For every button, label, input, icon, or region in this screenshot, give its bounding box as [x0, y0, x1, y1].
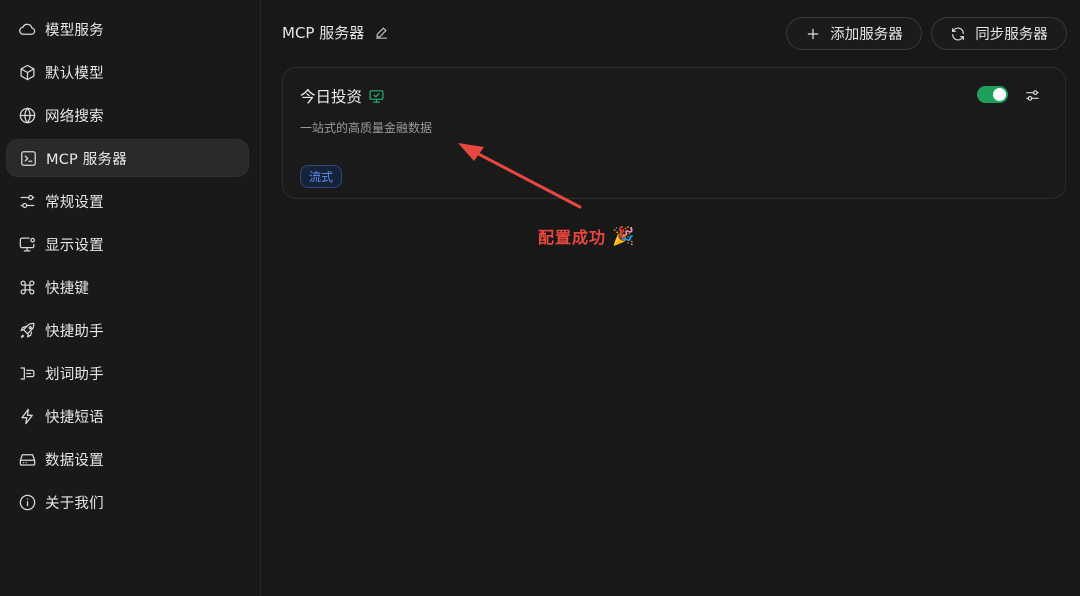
cloud-icon	[16, 18, 38, 40]
hard-drive-icon	[16, 448, 38, 470]
sidebar-item-label: 网络搜索	[45, 108, 104, 125]
refresh-icon	[952, 27, 965, 40]
sidebar-item-general-settings[interactable]: 常规设置	[6, 182, 249, 220]
sidebar-item-data-settings[interactable]: 数据设置	[6, 440, 249, 478]
sidebar-item-label: 快捷助手	[45, 323, 104, 340]
server-settings-icon[interactable]	[1023, 86, 1041, 104]
main-panel: MCP 服务器 添加服务器 同步服务器 今日投资 一站式的高质量金融数据 流式	[262, 0, 1080, 596]
sliders-icon	[16, 190, 38, 212]
app-window: 模型服务 默认模型 网络搜索 MCP 服务器 常规设置 显示设置 快捷键 快捷助…	[0, 0, 1080, 596]
sidebar-item-label: MCP 服务器	[46, 151, 127, 168]
sidebar-item-label: 模型服务	[45, 22, 104, 39]
globe-icon	[16, 104, 38, 126]
server-enable-toggle[interactable]	[977, 86, 1008, 103]
server-title: 今日投资	[300, 85, 386, 107]
server-description: 一站式的高质量金融数据	[300, 121, 433, 135]
page-title: MCP 服务器	[282, 22, 390, 43]
streaming-tag: 流式	[300, 165, 343, 188]
toggle-knob	[993, 88, 1006, 101]
sidebar-item-mcp-servers[interactable]: MCP 服务器	[6, 139, 249, 177]
command-icon	[16, 276, 38, 298]
sidebar-item-label: 快捷键	[45, 280, 90, 297]
sidebar-item-shortcuts[interactable]: 快捷键	[6, 268, 249, 306]
terminal-icon	[17, 147, 39, 169]
sidebar-item-model-service[interactable]: 模型服务	[6, 10, 249, 48]
rocket-icon	[16, 319, 38, 341]
annotation-text: 配置成功	[538, 228, 607, 247]
monitor-settings-icon	[16, 233, 38, 255]
server-name: 今日投资	[300, 88, 363, 106]
info-icon	[16, 491, 38, 513]
sync-servers-button[interactable]: 同步服务器	[931, 17, 1067, 50]
sidebar-item-label: 默认模型	[45, 65, 104, 82]
settings-sidebar: 模型服务 默认模型 网络搜索 MCP 服务器 常规设置 显示设置 快捷键 快捷助…	[0, 0, 261, 596]
sidebar-item-label: 关于我们	[45, 495, 104, 512]
sync-servers-label: 同步服务器	[975, 27, 1048, 43]
sidebar-item-web-search[interactable]: 网络搜索	[6, 96, 249, 134]
sidebar-item-display-settings[interactable]: 显示设置	[6, 225, 249, 263]
sidebar-item-selection-assistant[interactable]: 划词助手	[6, 354, 249, 392]
sidebar-item-label: 快捷短语	[45, 409, 104, 426]
plus-icon	[807, 28, 819, 39]
party-popper-icon: 🎉	[612, 225, 636, 247]
sidebar-item-quick-assistant[interactable]: 快捷助手	[6, 311, 249, 349]
sidebar-item-default-model[interactable]: 默认模型	[6, 53, 249, 91]
annotation-label: 配置成功 🎉	[538, 224, 635, 248]
sidebar-item-label: 显示设置	[45, 237, 104, 254]
sidebar-item-about[interactable]: 关于我们	[6, 483, 249, 521]
lightning-icon	[16, 405, 38, 427]
server-card[interactable]: 今日投资 一站式的高质量金融数据 流式	[282, 67, 1066, 199]
add-server-label: 添加服务器	[830, 27, 903, 43]
edit-icon[interactable]	[374, 25, 390, 41]
sidebar-item-quick-phrases[interactable]: 快捷短语	[6, 397, 249, 435]
sidebar-item-label: 常规设置	[45, 194, 104, 211]
sidebar-item-label: 数据设置	[45, 452, 104, 469]
monitor-check-icon	[368, 87, 386, 105]
cube-icon	[16, 61, 38, 83]
text-select-icon	[16, 362, 38, 384]
page-title-text: MCP 服务器	[282, 24, 365, 42]
add-server-button[interactable]: 添加服务器	[786, 17, 922, 50]
sidebar-item-label: 划词助手	[45, 366, 104, 383]
